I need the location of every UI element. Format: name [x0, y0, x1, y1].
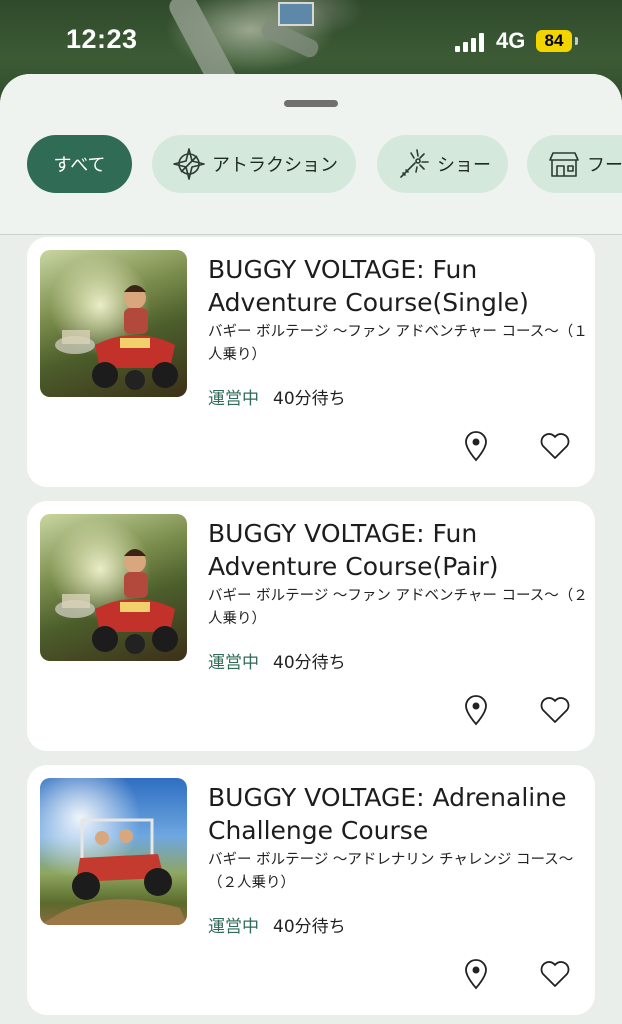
sheet-header: すべて アトラクション ショー フー: [0, 74, 622, 235]
forest-buggy-image: [40, 250, 187, 397]
heart-icon[interactable]: [538, 429, 572, 463]
drag-handle[interactable]: [284, 100, 338, 107]
status-row: 運営中 40分待ち: [208, 384, 346, 409]
card-subtitle: バギー ボルテージ 〜ファン アドベンチャー コース〜（１人乗り）: [208, 324, 588, 363]
heart-icon[interactable]: [538, 693, 572, 727]
bottom-sheet: すべて アトラクション ショー フー BUGGY VOLTAGE: Fun Ad…: [0, 74, 622, 1024]
status-row: 運営中 40分待ち: [208, 648, 346, 673]
signal-icon: [455, 32, 487, 52]
chip-shows[interactable]: ショー: [377, 135, 508, 193]
card-subtitle: バギー ボルテージ 〜アドレナリン チャレンジ コース〜（２人乗り）: [208, 852, 574, 891]
filter-chips: すべて アトラクション ショー フー: [27, 135, 622, 193]
wait-time: 40分待ち: [273, 389, 346, 409]
map-pin-icon[interactable]: [459, 693, 493, 727]
map-pin-icon[interactable]: [459, 957, 493, 991]
attraction-card[interactable]: BUGGY VOLTAGE: Fun Adventure Course(Sing…: [27, 237, 595, 487]
status-time: 12:23: [66, 24, 138, 54]
card-title: BUGGY VOLTAGE: Adrenaline Challenge Cour…: [208, 783, 567, 845]
map-pin-icon[interactable]: [459, 429, 493, 463]
forest-buggy-image: [40, 514, 187, 661]
heart-icon[interactable]: [538, 957, 572, 991]
compass-icon: [172, 147, 206, 181]
attraction-card[interactable]: BUGGY VOLTAGE: Adrenaline Challenge Cour…: [27, 765, 595, 1015]
status-row: 運営中 40分待ち: [208, 912, 346, 937]
chip-label: アトラクション: [212, 155, 338, 176]
chip-label: すべて: [53, 155, 106, 176]
chip-attractions[interactable]: アトラクション: [152, 135, 356, 193]
magic-wand-icon: [397, 147, 431, 181]
network-type: 4G: [496, 28, 526, 53]
chip-label: ショー: [437, 155, 491, 176]
chip-all[interactable]: すべて: [27, 135, 132, 193]
battery-tip: [575, 37, 578, 45]
battery-icon: 84: [536, 30, 572, 52]
wait-time: 40分待ち: [273, 653, 346, 673]
card-subtitle: バギー ボルテージ 〜ファン アドベンチャー コース〜（２人乗り）: [208, 588, 588, 627]
chip-label: フー: [587, 155, 622, 176]
wait-time: 40分待ち: [273, 917, 346, 937]
chip-food[interactable]: フー: [527, 135, 622, 193]
sky-buggy-image: [40, 778, 187, 925]
operating-status: 運営中: [208, 917, 259, 937]
operating-status: 運営中: [208, 653, 259, 673]
shop-icon: [547, 147, 581, 181]
operating-status: 運営中: [208, 389, 259, 409]
status-bar: 12:23 4G 84: [0, 0, 622, 80]
card-title: BUGGY VOLTAGE: Fun Adventure Course(Sing…: [208, 255, 529, 317]
card-title: BUGGY VOLTAGE: Fun Adventure Course(Pair…: [208, 519, 499, 581]
attraction-card[interactable]: BUGGY VOLTAGE: Fun Adventure Course(Pair…: [27, 501, 595, 751]
